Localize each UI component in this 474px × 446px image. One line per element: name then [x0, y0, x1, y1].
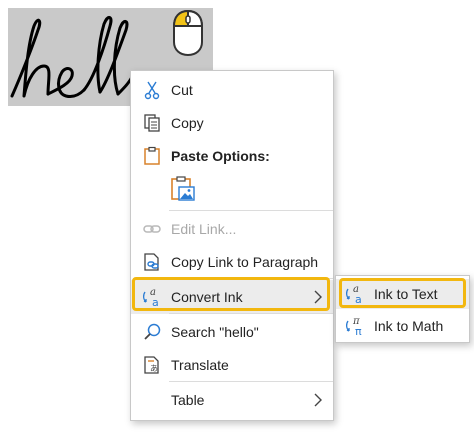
- mouse-icon: [172, 9, 204, 57]
- menu-separator: [169, 381, 333, 382]
- paste-options-heading: Paste Options:: [131, 139, 333, 173]
- menu-item-label: Edit Link...: [171, 221, 237, 237]
- scissors-icon: [141, 79, 163, 101]
- menu-separator: [169, 313, 333, 314]
- submenu-item-label: Ink to Math: [374, 318, 444, 334]
- menu-separator: [169, 210, 333, 211]
- ink-to-text-highlight: [339, 278, 466, 308]
- menu-item-label: Paste Options:: [171, 148, 270, 164]
- convert-ink-highlight: [132, 277, 330, 311]
- paste-picture-icon: [171, 176, 195, 201]
- ink-to-math-icon: π π: [344, 315, 366, 337]
- svg-text:あ: あ: [150, 364, 158, 373]
- menu-item-label: Copy: [171, 115, 204, 131]
- menu-item-label: Table: [171, 392, 205, 408]
- svg-text:π: π: [355, 325, 362, 337]
- menu-item-search[interactable]: Search "hello": [131, 315, 333, 349]
- search-icon: [141, 321, 163, 343]
- clipboard-icon: [141, 145, 163, 167]
- copy-icon: [141, 112, 163, 134]
- menu-item-copy-link-to-paragraph[interactable]: Copy Link to Paragraph: [131, 245, 333, 279]
- context-menu: Cut Copy Paste Options: Edit Link... Cop…: [130, 70, 334, 421]
- menu-item-table[interactable]: Table: [131, 383, 333, 417]
- copy-link-icon: [141, 251, 163, 273]
- paste-picture-button[interactable]: [169, 175, 199, 205]
- menu-item-cut[interactable]: Cut: [131, 73, 333, 107]
- submenu-item-ink-to-math[interactable]: π π Ink to Math: [336, 311, 469, 341]
- menu-item-copy[interactable]: Copy: [131, 106, 333, 140]
- menu-item-label: Copy Link to Paragraph: [171, 254, 319, 270]
- menu-item-edit-link: Edit Link...: [131, 212, 333, 246]
- menu-item-label: Search "hello": [171, 324, 259, 340]
- link-icon: [141, 218, 163, 240]
- chevron-right-icon: [314, 393, 322, 407]
- menu-item-translate[interactable]: あ Translate: [131, 348, 333, 382]
- menu-item-label: Translate: [171, 357, 229, 373]
- menu-item-label: Cut: [171, 82, 193, 98]
- translate-icon: あ: [141, 354, 163, 376]
